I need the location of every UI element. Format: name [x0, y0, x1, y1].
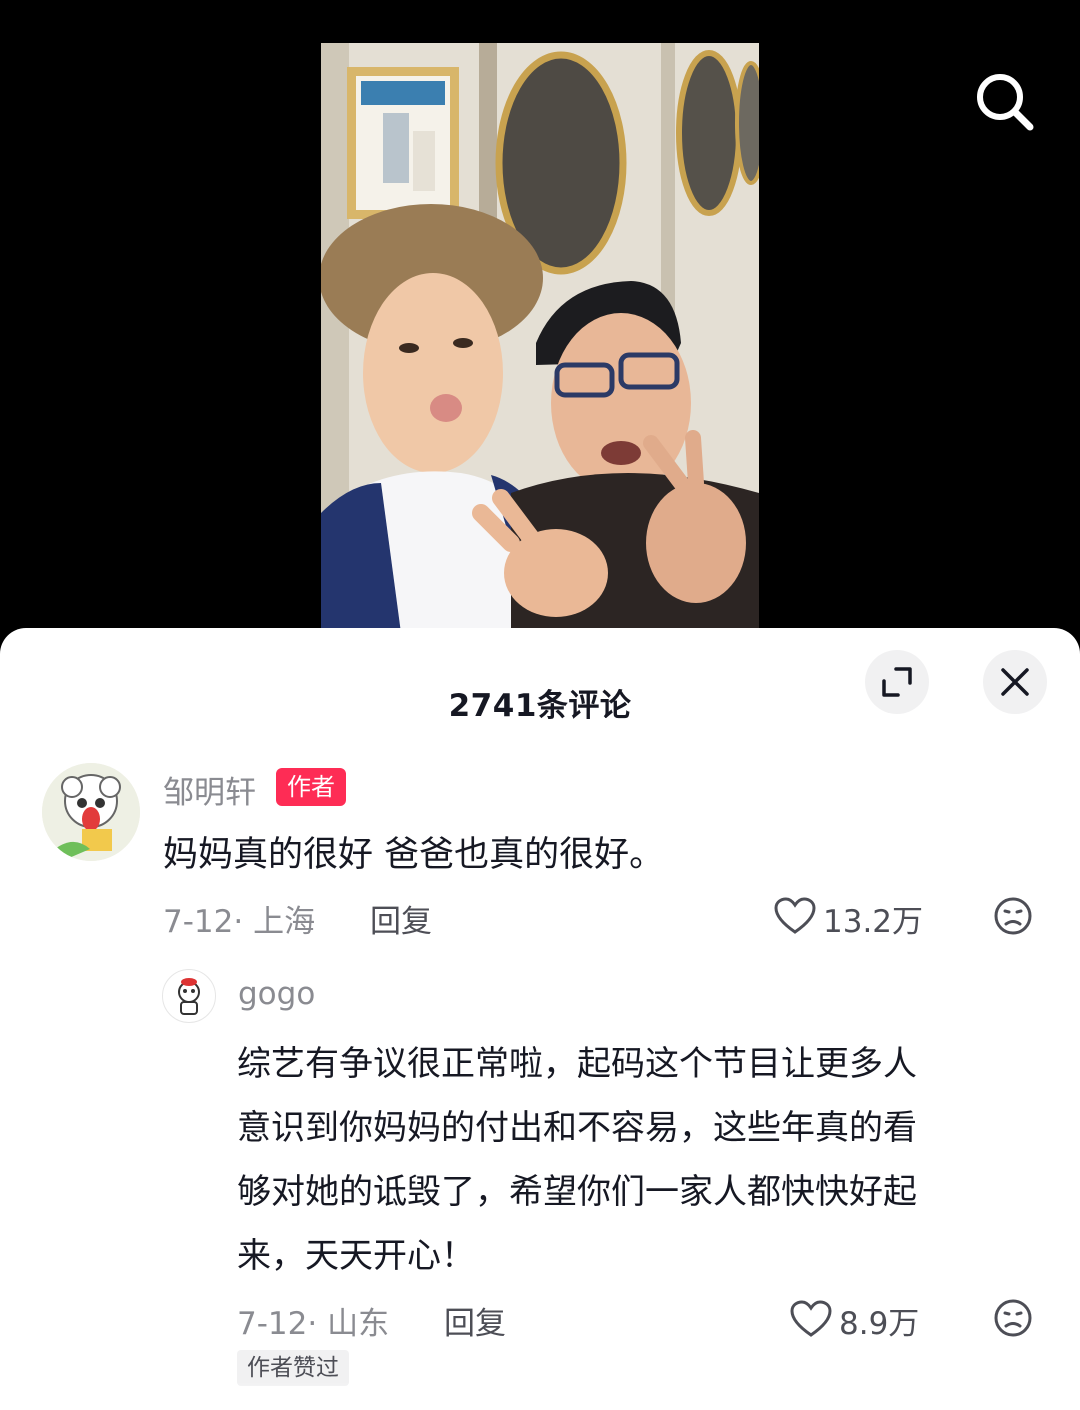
selfie-illustration — [321, 43, 759, 633]
like-heart-icon[interactable] — [774, 897, 816, 935]
reply-text-line: 来，天天开心！ — [237, 1236, 475, 1276]
comment-text: 妈妈真的很好 爸爸也真的很好。 — [163, 835, 665, 875]
author-badge: 作者 — [276, 768, 346, 806]
search-button[interactable] — [970, 68, 1038, 136]
like-count: 13.2万 — [823, 904, 924, 940]
dislike-face-icon[interactable] — [993, 896, 1033, 936]
reply-avatar[interactable] — [162, 969, 216, 1023]
like-heart-icon[interactable] — [790, 1300, 832, 1338]
cartoon-sheep-avatar — [42, 763, 140, 861]
cartoon-avatar — [178, 978, 200, 1015]
expand-button[interactable] — [865, 650, 929, 714]
author-liked-badge: 作者赞过 — [237, 1350, 349, 1386]
comment-meta: 7-12· 上海 — [163, 904, 316, 940]
reply-button[interactable]: 回复 — [370, 896, 432, 941]
post-photo[interactable] — [321, 43, 759, 633]
reply-text-line: 综艺有争议很正常啦，起码这个节目让更多人 — [237, 1044, 917, 1084]
reply-username[interactable]: gogo — [238, 976, 315, 1012]
reply-meta: 7-12· 山东 — [237, 1306, 390, 1342]
comment-username[interactable]: 邹明轩 — [163, 767, 256, 812]
reply-text: 综艺有争议很正常啦，起码这个节目让更多人 意识到你妈妈的付出和不容易，这些年真的… — [237, 1032, 1037, 1288]
close-button[interactable] — [983, 650, 1047, 714]
close-icon — [1001, 668, 1029, 696]
media-area — [0, 0, 1080, 660]
reply-like-count: 8.9万 — [839, 1306, 920, 1342]
reply-text-line: 意识到你妈妈的付出和不容易，这些年真的看 — [237, 1108, 917, 1148]
avatar[interactable] — [42, 763, 140, 861]
reply-text-line: 够对她的诋毁了，希望你们一家人都快快好起 — [237, 1172, 917, 1212]
scroll-fade — [0, 1382, 1080, 1410]
comments-sheet: 2741条评论 邹明轩 作者 妈妈真的很好 爸爸也真的很好。 7-12· 上海 … — [0, 628, 1080, 1410]
search-icon — [977, 74, 1034, 131]
reply-button[interactable]: 回复 — [444, 1298, 506, 1343]
dislike-face-icon[interactable] — [993, 1298, 1033, 1338]
expand-icon — [882, 667, 912, 697]
